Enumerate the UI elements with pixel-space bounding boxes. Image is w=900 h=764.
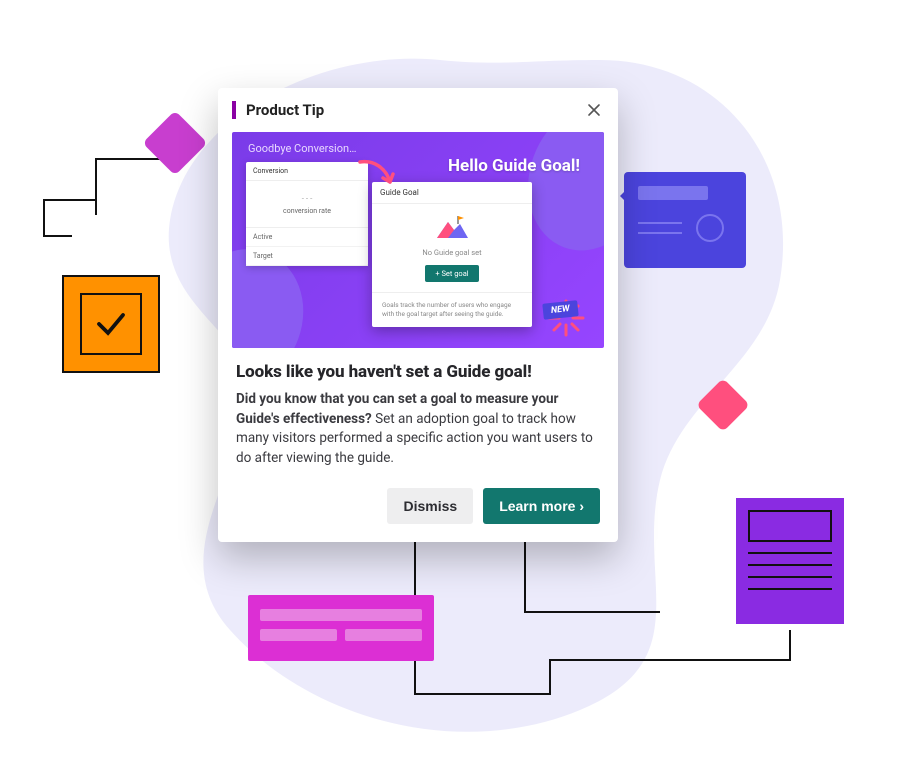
set-goal-button: + Set goal <box>425 265 478 282</box>
product-tip-modal: Product Tip Goodbye Conversion… Hello Gu… <box>218 88 618 542</box>
accent-bar <box>232 101 236 119</box>
modal-body: Looks like you haven't set a Guide goal!… <box>218 348 618 474</box>
dismiss-button[interactable]: Dismiss <box>387 488 473 524</box>
old-conversion-card: Conversion - - - conversion rate Active … <box>246 162 368 266</box>
new-guide-goal-card: Guide Goal No Guide goal set + Set goal … <box>372 182 532 327</box>
mountain-flag-icon <box>434 216 470 240</box>
illustration-old-caption: Goodbye Conversion… <box>248 142 356 155</box>
close-icon <box>586 102 602 118</box>
modal-title: Product Tip <box>246 101 584 119</box>
learn-more-button[interactable]: Learn more › <box>483 488 600 524</box>
close-button[interactable] <box>584 100 604 120</box>
modal-paragraph: Did you know that you can set a goal to … <box>236 390 600 468</box>
arrow-icon <box>356 158 400 192</box>
modal-headline: Looks like you haven't set a Guide goal! <box>236 362 600 382</box>
modal-footer: Dismiss Learn more › <box>218 474 618 542</box>
decor-tooltip-card <box>624 172 746 268</box>
decor-document-card <box>736 498 844 624</box>
illustration-new-caption: Hello Guide Goal! <box>448 156 580 176</box>
check-icon <box>93 306 129 342</box>
modal-illustration: Goodbye Conversion… Hello Guide Goal! Co… <box>232 132 604 348</box>
decor-checklist-card <box>62 275 160 373</box>
decor-banner-card <box>248 595 434 661</box>
modal-header: Product Tip <box>218 88 618 132</box>
